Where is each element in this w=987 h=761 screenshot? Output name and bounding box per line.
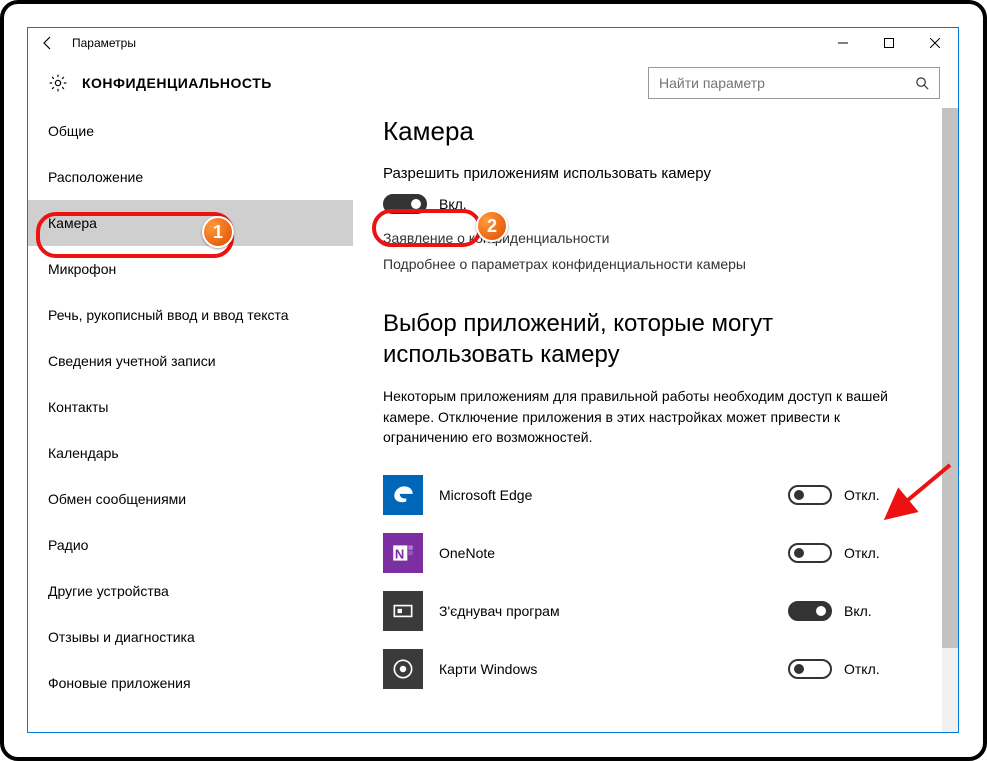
app-toggle[interactable] [788,601,832,621]
allow-apps-label: Разрешить приложениям использовать камер… [383,165,918,182]
edge-icon [383,475,423,515]
app-row: Карти Windows Откл. [383,643,918,695]
sidebar-item-label: Общие [48,123,94,139]
header-row: КОНФИДЕНЦИАЛЬНОСТЬ [28,58,958,108]
content: Камера Разрешить приложениям использоват… [353,108,958,732]
window-title: Параметры [68,36,136,50]
sidebar-item-background-apps[interactable]: Фоновые приложения [28,660,353,706]
sidebar-item-label: Контакты [48,399,108,415]
learn-more-link[interactable]: Подробнее о параметрах конфиденциальност… [383,256,918,272]
choose-apps-heading: Выбор приложений, которые могут использо… [383,308,918,370]
privacy-statement-link[interactable]: Заявление о конфиденциальности [383,230,918,246]
sidebar-item-general[interactable]: Общие [28,108,353,154]
sidebar-item-location[interactable]: Расположение [28,154,353,200]
maps-icon [383,649,423,689]
app-name-label: OneNote [439,545,495,561]
allow-apps-toggle-row: Вкл. [383,194,918,214]
minimize-button[interactable] [820,28,866,58]
app-name-label: Карти Windows [439,661,537,677]
app-toggle[interactable] [788,485,832,505]
sidebar-item-label: Отзывы и диагностика [48,629,195,645]
allow-apps-toggle[interactable] [383,194,427,214]
search-box[interactable] [648,67,940,99]
sidebar-item-radio[interactable]: Радио [28,522,353,568]
sidebar-item-label: Микрофон [48,261,116,277]
app-name-label: З'єднувач програм [439,603,560,619]
settings-window: Параметры КОНФИДЕНЦИАЛЬНОСТЬ Общие Распо… [27,27,959,733]
sidebar: Общие Расположение Камера Микрофон Речь,… [28,108,353,732]
body: Общие Расположение Камера Микрофон Речь,… [28,108,958,732]
sidebar-item-label: Другие устройства [48,583,169,599]
content-wrap: Камера Разрешить приложениям использоват… [353,108,958,732]
onenote-icon: N [383,533,423,573]
search-icon[interactable] [905,76,939,91]
titlebar: Параметры [28,28,958,58]
app-toggle[interactable] [788,543,832,563]
app-toggle-state: Откл. [844,545,880,561]
app-toggle[interactable] [788,659,832,679]
connect-icon [383,591,423,631]
allow-apps-toggle-state: Вкл. [439,196,467,212]
sidebar-item-label: Камера [48,215,97,231]
app-name-label: Microsoft Edge [439,487,532,503]
sidebar-item-label: Обмен сообщениями [48,491,186,507]
app-row: Microsoft Edge Откл. [383,469,918,521]
sidebar-item-account[interactable]: Сведения учетной записи [28,338,353,384]
sidebar-item-contacts[interactable]: Контакты [28,384,353,430]
app-row: З'єднувач програм Вкл. [383,585,918,637]
search-input[interactable] [649,75,905,91]
page-title: Камера [383,116,918,147]
arrow-left-icon [40,35,56,51]
sidebar-item-label: Календарь [48,445,119,461]
close-icon [930,38,940,48]
maximize-icon [884,38,894,48]
sidebar-item-calendar[interactable]: Календарь [28,430,353,476]
sidebar-item-label: Фоновые приложения [48,675,191,691]
gear-icon [46,71,70,95]
sidebar-item-speech[interactable]: Речь, рукописный ввод и ввод текста [28,292,353,338]
app-toggle-state: Вкл. [844,603,872,619]
sidebar-item-label: Расположение [48,169,143,185]
sidebar-item-other-devices[interactable]: Другие устройства [28,568,353,614]
app-row: N OneNote Откл. [383,527,918,579]
choose-apps-description: Некоторым приложениям для правильной раб… [383,386,918,447]
sidebar-item-label: Речь, рукописный ввод и ввод текста [48,307,289,323]
minimize-icon [838,38,848,48]
sidebar-item-label: Радио [48,537,88,553]
close-button[interactable] [912,28,958,58]
back-button[interactable] [28,28,68,58]
app-toggle-state: Откл. [844,661,880,677]
maximize-button[interactable] [866,28,912,58]
svg-text:N: N [395,547,404,562]
sidebar-item-label: Сведения учетной записи [48,353,216,369]
sidebar-item-microphone[interactable]: Микрофон [28,246,353,292]
sidebar-item-feedback[interactable]: Отзывы и диагностика [28,614,353,660]
sidebar-item-messaging[interactable]: Обмен сообщениями [28,476,353,522]
sidebar-item-camera[interactable]: Камера [28,200,353,246]
app-toggle-state: Откл. [844,487,880,503]
page-heading: КОНФИДЕНЦИАЛЬНОСТЬ [82,75,272,91]
